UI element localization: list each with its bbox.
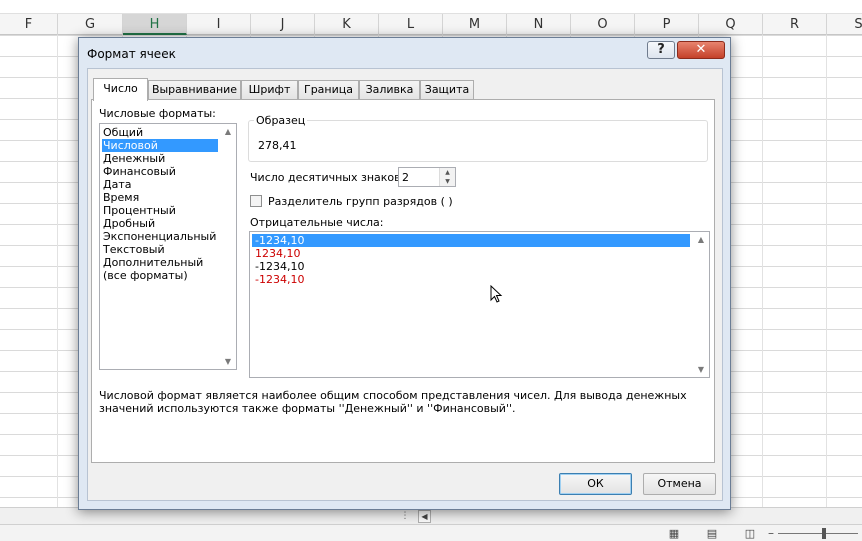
list-item[interactable]: Дробный	[102, 217, 218, 230]
grid-vline	[57, 35, 58, 507]
close-button[interactable]: ✕	[677, 41, 725, 59]
column-header-l[interactable]: L	[379, 14, 443, 35]
list-item[interactable]: Денежный	[102, 152, 218, 165]
zoom-out-icon[interactable]: –	[768, 526, 774, 540]
formats-scrollbar[interactable]: ▲ ▼	[220, 124, 236, 369]
scroll-left-button[interactable]: ◀	[418, 510, 431, 523]
tab-font[interactable]: Шрифт	[241, 80, 298, 100]
list-item[interactable]: -1234,10	[252, 234, 690, 247]
column-header-h[interactable]: H	[123, 14, 187, 35]
column-header-o[interactable]: O	[571, 14, 635, 35]
tab-number[interactable]: Число	[93, 78, 148, 101]
zoom-slider[interactable]	[778, 533, 858, 534]
spin-up-icon[interactable]: ▲	[440, 168, 455, 177]
formula-bar-edge	[0, 0, 862, 14]
status-bar: ▦ ▤ ◫ –	[0, 524, 862, 541]
scroll-down-icon[interactable]: ▼	[696, 365, 706, 374]
list-item[interactable]: Числовой	[102, 139, 218, 152]
decimal-places-value[interactable]: 2	[402, 171, 409, 184]
tab-protection[interactable]: Защита	[420, 80, 474, 100]
grid-vline	[826, 35, 827, 507]
sample-value: 278,41	[258, 139, 297, 152]
sample-group-box	[248, 120, 708, 162]
dialog-title-bar[interactable]: Формат ячеек ? ✕	[79, 38, 730, 68]
column-header-g[interactable]: G	[58, 14, 123, 35]
list-item[interactable]: Время	[102, 191, 218, 204]
scroll-down-icon[interactable]: ▼	[223, 357, 233, 366]
column-header-row: FGHIJKLMNOPQRS	[0, 14, 862, 35]
dialog-title: Формат ячеек	[87, 47, 176, 61]
list-item[interactable]: Дата	[102, 178, 218, 191]
column-header-r[interactable]: R	[763, 14, 827, 35]
page-break-view-icon[interactable]: ◫	[742, 528, 758, 540]
list-item[interactable]: Дополнительный	[102, 256, 218, 269]
list-item[interactable]: (все форматы)	[102, 269, 218, 282]
tab-strip: Число Выравнивание Шрифт Граница Заливка…	[91, 78, 721, 101]
format-description: Числовой формат является наиболее общим …	[99, 389, 687, 415]
sheet-tab-splitter[interactable]: ⋮	[400, 510, 410, 523]
scroll-up-icon[interactable]: ▲	[696, 235, 706, 244]
decimal-places-stepper[interactable]: 2 ▲ ▼	[398, 167, 456, 187]
column-header-i[interactable]: I	[187, 14, 251, 35]
list-item[interactable]: Общий	[102, 126, 218, 139]
list-item[interactable]: 1234,10	[252, 247, 301, 260]
tab-fill[interactable]: Заливка	[359, 80, 420, 100]
list-item[interactable]: Финансовый	[102, 165, 218, 178]
decimal-places-label: Число десятичных знаков:	[250, 171, 405, 184]
column-header-f[interactable]: F	[0, 14, 58, 35]
cancel-button[interactable]: Отмена	[643, 473, 716, 495]
scroll-up-icon[interactable]: ▲	[223, 127, 233, 136]
list-item[interactable]: -1234,10	[252, 273, 304, 286]
page-layout-view-icon[interactable]: ▤	[704, 528, 720, 540]
tab-border[interactable]: Граница	[298, 80, 359, 100]
column-header-m[interactable]: M	[443, 14, 507, 35]
normal-view-icon[interactable]: ▦	[666, 528, 682, 540]
column-header-j[interactable]: J	[251, 14, 315, 35]
number-formats-label: Числовые форматы:	[99, 107, 216, 120]
sample-label: Образец	[254, 114, 308, 127]
mouse-cursor-icon	[490, 285, 503, 303]
spin-buttons: ▲ ▼	[439, 168, 455, 186]
column-header-s[interactable]: S	[827, 14, 862, 35]
list-item[interactable]: -1234,10	[252, 260, 304, 273]
column-header-k[interactable]: K	[315, 14, 379, 35]
column-header-q[interactable]: Q	[699, 14, 763, 35]
list-item[interactable]: Экспоненциальный	[102, 230, 218, 243]
negative-list-scrollbar[interactable]: ▲ ▼	[693, 232, 709, 377]
number-tab-panel: Числовые форматы: Общий Числовой Денежны…	[91, 99, 715, 463]
tab-alignment[interactable]: Выравнивание	[148, 80, 241, 100]
number-formats-list[interactable]: Общий Числовой Денежный Финансовый Дата …	[99, 123, 237, 370]
grid-vline	[762, 35, 763, 507]
column-header-p[interactable]: P	[635, 14, 699, 35]
list-item[interactable]: Текстовый	[102, 243, 218, 256]
thousands-separator-label[interactable]: Разделитель групп разрядов ( )	[268, 195, 453, 208]
dialog-client-area: Число Выравнивание Шрифт Граница Заливка…	[87, 68, 723, 501]
zoom-slider-thumb[interactable]	[822, 528, 826, 539]
thousands-separator-checkbox[interactable]	[250, 195, 262, 207]
list-item[interactable]: Процентный	[102, 204, 218, 217]
negative-numbers-list[interactable]: -1234,10 1234,10 -1234,10 -1234,10 ▲ ▼	[249, 231, 710, 378]
column-header-n[interactable]: N	[507, 14, 571, 35]
negative-numbers-label: Отрицательные числа:	[250, 216, 384, 229]
format-cells-dialog: Формат ячеек ? ✕ Число Выравнивание Шриф…	[78, 37, 731, 510]
help-button[interactable]: ?	[647, 41, 675, 59]
spin-down-icon[interactable]: ▼	[440, 177, 455, 186]
ok-button[interactable]: ОК	[559, 473, 632, 495]
